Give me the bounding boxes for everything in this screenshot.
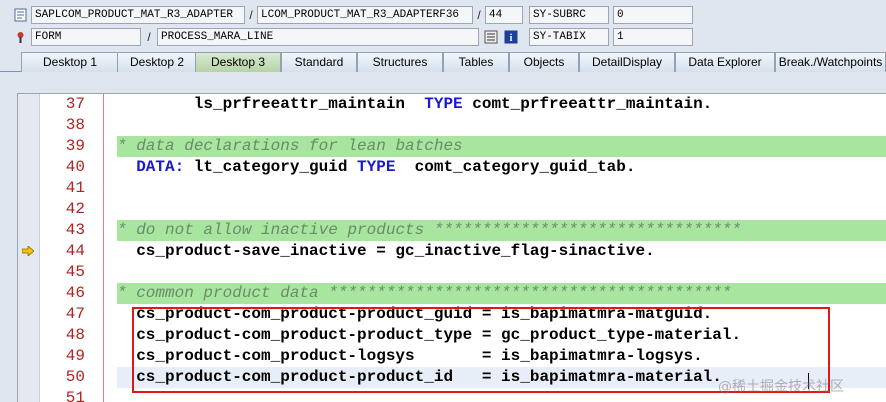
code-comment: * common product data ******************… [117, 284, 732, 302]
watermark: @稀土掘金技术社区 [718, 379, 844, 395]
keyword: DATA: [136, 158, 185, 176]
tab-standard[interactable]: Standard [281, 52, 357, 72]
code-line[interactable]: 38 [18, 115, 886, 136]
line-number: 43 [65, 221, 85, 239]
code-line[interactable]: 40 DATA: lt_category_guid TYPE comt_categ… [18, 157, 886, 178]
svg-text:i: i [510, 33, 513, 44]
tab-breakpoints-watchpoints[interactable]: Break./Watchpoints [775, 52, 886, 72]
tab-detail-display[interactable]: DetailDisplay [579, 52, 675, 72]
sys-field-name-1[interactable]: SY-SUBRC [529, 6, 609, 24]
program-field[interactable]: SAPLCOM_PRODUCT_MAT_R3_ADAPTER [31, 6, 245, 24]
line-number: 41 [65, 179, 85, 197]
code-line[interactable]: 48 cs_product-com_product-product_type = … [18, 325, 886, 346]
code-text: cs_product-com_product-product_type = gc… [136, 326, 742, 344]
code-comment: * do not allow inactive products *******… [117, 221, 742, 239]
debugger-tab-strip: Desktop 1 Desktop 2 Desktop 3 Standard S… [0, 50, 886, 72]
line-number: 48 [65, 326, 85, 344]
separator: / [249, 8, 253, 22]
code-line[interactable]: 44 cs_product-save_inactive = gc_inactive… [18, 241, 886, 262]
line-number: 44 [65, 242, 85, 260]
line-number: 47 [65, 305, 85, 323]
form-name-field[interactable]: PROCESS_MARA_LINE [157, 28, 479, 46]
line-number: 50 [65, 368, 85, 386]
list-icon[interactable] [483, 29, 499, 45]
line-number: 45 [65, 263, 85, 281]
form-info-row: FORM / PROCESS_MARA_LINE i SY-TABIX 1 [0, 27, 693, 47]
source-code-editor[interactable]: 37 ls_prfreeattr_maintain TYPE comt_prfre… [17, 93, 886, 402]
tab-desktop-1[interactable]: Desktop 1 [21, 52, 119, 72]
code-text: DATA: lt_category_guid TYPE comt_categor… [136, 158, 636, 176]
program-info-row: SAPLCOM_PRODUCT_MAT_R3_ADAPTER / LCOM_PR… [0, 5, 693, 25]
code-comment: * data declarations for lean batches [117, 137, 463, 155]
code-line[interactable]: 42 [18, 199, 886, 220]
code-line[interactable]: 43 * do not allow inactive products *****… [18, 220, 886, 241]
line-number: 42 [65, 200, 85, 218]
tab-data-explorer[interactable]: Data Explorer [675, 52, 775, 72]
line-field[interactable]: 44 [485, 6, 523, 24]
sys-field-value-1[interactable]: 0 [613, 6, 693, 24]
info-icon[interactable]: i [503, 29, 519, 45]
tab-structures[interactable]: Structures [357, 52, 443, 72]
keyword: TYPE [424, 95, 463, 113]
code-text: cs_product-com_product-logsys = is_bapim… [136, 347, 703, 365]
program-icon [13, 8, 27, 22]
tab-desktop-3[interactable]: Desktop 3 [195, 52, 281, 72]
sys-field-name-2[interactable]: SY-TABIX [529, 28, 609, 46]
tab-objects[interactable]: Objects [509, 52, 579, 72]
code-line[interactable]: 39 * data declarations for lean batches [18, 136, 886, 157]
separator: / [477, 8, 481, 22]
line-number: 51 [65, 389, 85, 402]
keyword: TYPE [357, 158, 396, 176]
line-number: 39 [65, 137, 85, 155]
code-text: cs_product-com_product-product_guid = is… [136, 305, 713, 323]
line-number: 46 [65, 284, 85, 302]
code-line[interactable]: 45 [18, 262, 886, 283]
current-statement-arrow-icon [22, 246, 34, 256]
line-number: 38 [65, 116, 85, 134]
tab-tables[interactable]: Tables [443, 52, 509, 72]
separator: / [147, 30, 151, 44]
code-line[interactable]: 41 [18, 178, 886, 199]
code-line[interactable]: 47 cs_product-com_product-product_guid = … [18, 304, 886, 325]
line-number: 37 [65, 95, 85, 113]
code-text: cs_product-com_product-product_id = is_b… [136, 368, 722, 386]
code-line[interactable]: 49 cs_product-com_product-logsys = is_bap… [18, 346, 886, 367]
form-icon [13, 30, 27, 44]
code-text: ls_prfreeattr_maintain TYPE comt_prfreea… [193, 95, 713, 113]
line-number: 49 [65, 347, 85, 365]
type-field[interactable]: FORM [31, 28, 141, 46]
tab-desktop-2[interactable]: Desktop 2 [117, 52, 197, 72]
code-line[interactable]: 46 * common product data ****************… [18, 283, 886, 304]
sys-field-value-2[interactable]: 1 [613, 28, 693, 46]
include-field[interactable]: LCOM_PRODUCT_MAT_R3_ADAPTERF36 [257, 6, 473, 24]
code-text: cs_product-save_inactive = gc_inactive_f… [136, 242, 655, 260]
code-line[interactable]: 37 ls_prfreeattr_maintain TYPE comt_prfre… [18, 94, 886, 115]
line-number: 40 [65, 158, 85, 176]
